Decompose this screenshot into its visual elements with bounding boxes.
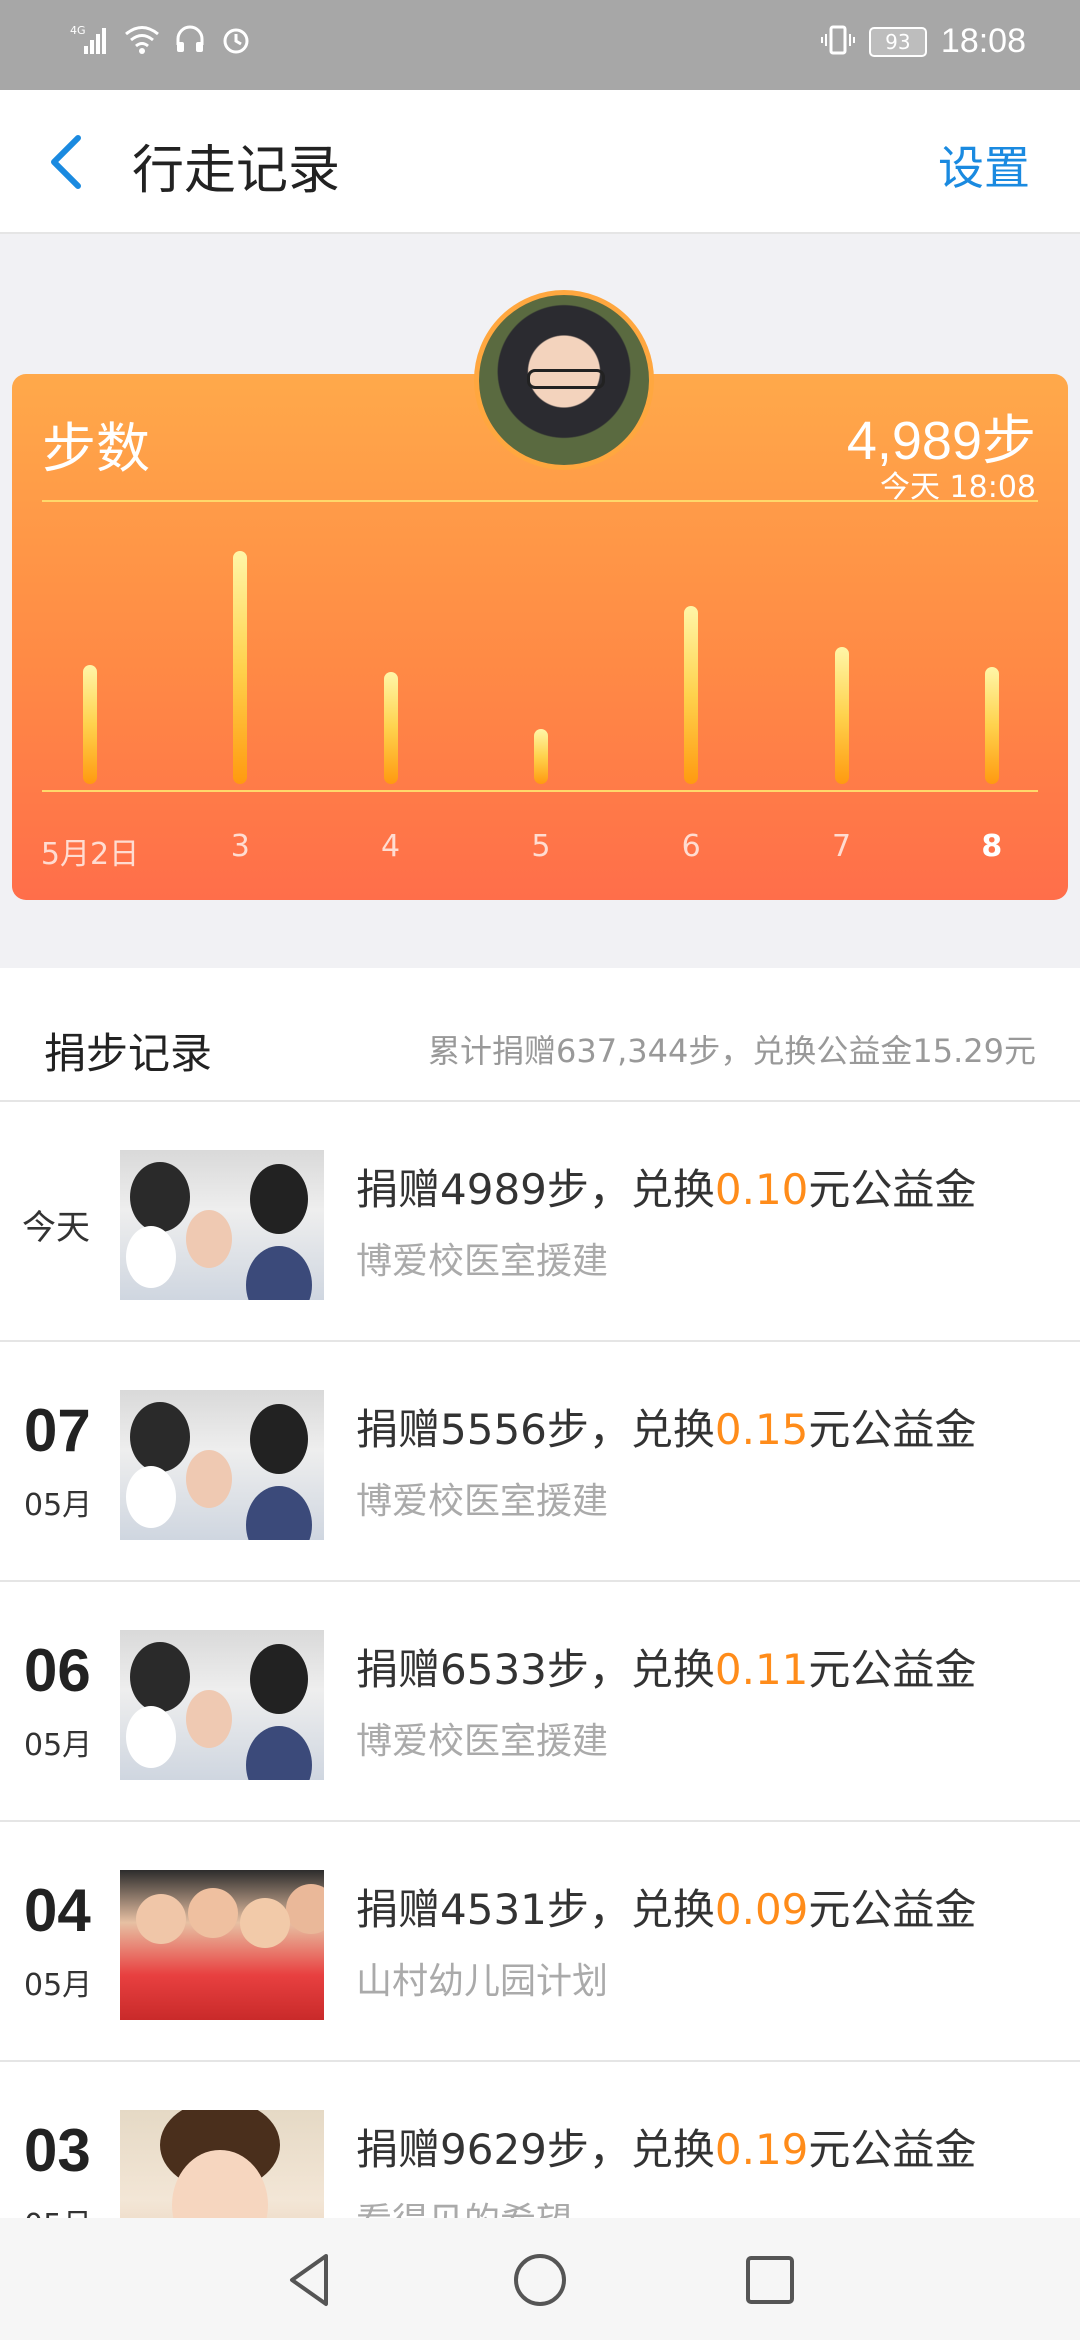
record-summary: 捐赠4531步，兑换0.09元公益金 (356, 1876, 976, 1937)
record-project: 博爱校医室援建 (356, 1481, 609, 1522)
record-amount: 0.10 (714, 1165, 809, 1214)
chart-x-axis: 5月2日 3 4 5 6 7 8 (12, 829, 1068, 872)
record-item[interactable]: 03 05月 捐赠9629步，兑换0.19元公益金 看得见的希望 (0, 2062, 1080, 2218)
record-thumbnail (120, 2110, 324, 2218)
record-day: 03 (24, 2117, 91, 2184)
record-thumbnail (120, 1150, 324, 1300)
system-back-button[interactable] (280, 2250, 340, 2310)
steps-label: 步数 (42, 417, 150, 480)
chart-x-label: 7 (831, 829, 852, 864)
chart-x-label: 5月2日 (40, 837, 140, 872)
record-item[interactable]: 今天 捐赠4989步，兑换0.10元公益金 博爱校医室援建 (0, 1102, 1080, 1342)
record-project: 看得见的希望 (356, 2192, 572, 2218)
chart-bar[interactable] (984, 667, 999, 784)
headphones-icon (174, 23, 206, 59)
record-today-label: 今天 (22, 1208, 90, 1248)
svg-text:4G: 4G (70, 24, 86, 37)
record-summary: 捐赠9629步，兑换0.19元公益金 (356, 2116, 976, 2177)
record-date: 04 05月 (0, 1822, 118, 2062)
record-item[interactable]: 07 05月 捐赠5556步，兑换0.15元公益金 博爱校医室援建 (0, 1342, 1080, 1582)
record-month: 05月 (24, 1488, 93, 1523)
status-icons-right: 93 18:08 (820, 22, 1026, 61)
system-nav-bar (0, 2218, 1080, 2340)
record-suffix: 元公益金 (808, 1405, 977, 1454)
record-summary: 捐赠6533步，兑换0.11元公益金 (356, 1636, 976, 1697)
record-steps-text: 捐赠9629步，兑换 (356, 2125, 715, 2174)
chart-bar[interactable] (383, 672, 398, 784)
status-icons-left: 4G (70, 22, 252, 60)
record-project: 博爱校医室援建 (356, 1241, 609, 1282)
record-summary: 捐赠4989步，兑换0.10元公益金 (356, 1156, 976, 1217)
record-date: 07 05月 (0, 1342, 118, 1582)
avatar-glasses (527, 369, 605, 389)
triangle-back-icon (290, 2254, 328, 2306)
square-recents-icon (746, 2256, 794, 2304)
chart-x-label: 6 (681, 829, 701, 864)
signal-icon: 4G (70, 22, 110, 60)
system-home-button[interactable] (510, 2250, 570, 2310)
record-thumbnail (120, 1390, 324, 1540)
record-thumbnail (120, 1870, 324, 2020)
wifi-icon (124, 23, 160, 59)
record-day: 06 (24, 1637, 91, 1704)
back-button[interactable] (40, 130, 96, 194)
records-title: 捐步记录 (44, 1029, 213, 1078)
record-date: 今天 (0, 1102, 118, 1342)
chart-bar[interactable] (533, 729, 548, 784)
record-day: 04 (24, 1877, 91, 1944)
clock: 18:08 (940, 22, 1026, 60)
system-recents-button[interactable] (740, 2250, 800, 2310)
record-amount: 0.19 (714, 2125, 809, 2174)
status-bar: 4G 93 18:08 (0, 0, 1080, 90)
record-suffix: 元公益金 (808, 1165, 977, 1214)
chevron-left-icon (51, 135, 81, 189)
record-steps-text: 捐赠4531步，兑换 (356, 1885, 715, 1934)
vibrate-icon (820, 24, 855, 60)
settings-button[interactable]: 设置 (938, 132, 1030, 198)
record-suffix: 元公益金 (808, 1645, 977, 1694)
record-month: 05月 (24, 1728, 93, 1763)
record-day: 07 (24, 1397, 91, 1464)
record-item[interactable]: 04 05月 捐赠4531步，兑换0.09元公益金 山村幼儿园计划 (0, 1822, 1080, 2062)
record-suffix: 元公益金 (808, 1885, 977, 1934)
chart-x-label: 8 (981, 829, 1003, 864)
chart-x-label: 5 (531, 829, 551, 864)
chart-bar[interactable] (684, 606, 699, 784)
records-header: 捐步记录 累计捐赠637,344步，兑换公益金15.29元 (0, 968, 1080, 1102)
avatar[interactable] (474, 290, 654, 470)
record-amount: 0.11 (714, 1645, 809, 1694)
chart-bar[interactable] (834, 647, 849, 784)
record-steps-text: 捐赠4989步，兑换 (356, 1165, 715, 1214)
records-summary: 累计捐赠637,344步，兑换公益金15.29元 (428, 1032, 1036, 1070)
steps-chart (12, 544, 1068, 784)
record-suffix: 元公益金 (808, 2125, 977, 2174)
record-thumbnail (120, 1630, 324, 1780)
battery-indicator: 93 (868, 26, 927, 57)
record-date: 03 05月 (0, 2062, 118, 2218)
card-divider-top (42, 500, 1038, 502)
record-month: 05月 (24, 1968, 93, 2003)
record-item[interactable]: 06 05月 捐赠6533步，兑换0.11元公益金 博爱校医室援建 (0, 1582, 1080, 1822)
chart-bar[interactable] (233, 551, 248, 784)
chart-x-label: 4 (381, 829, 401, 864)
record-month: 05月 (24, 2200, 92, 2218)
steps-card: 步数 4,989步 今天 18:08 5月2日 3 4 5 6 7 8 (12, 290, 1068, 900)
record-project: 山村幼儿园计划 (356, 1961, 609, 2002)
chart-bar[interactable] (83, 665, 97, 784)
page-title: 行走记录 (132, 141, 341, 201)
circle-home-icon (514, 2254, 566, 2306)
record-date: 06 05月 (0, 1582, 118, 1822)
record-steps-text: 捐赠5556步，兑换 (356, 1405, 715, 1454)
record-amount: 0.15 (714, 1405, 809, 1454)
nav-bar: 行走记录 设置 (0, 90, 1080, 234)
donation-records: 捐步记录 累计捐赠637,344步，兑换公益金15.29元 今天 捐赠4989步… (0, 968, 1080, 2218)
record-steps-text: 捐赠6533步，兑换 (356, 1645, 715, 1694)
record-amount: 0.09 (714, 1885, 809, 1934)
chart-x-label: 3 (230, 829, 250, 864)
chart-baseline (42, 790, 1038, 792)
record-summary: 捐赠5556步，兑换0.15元公益金 (356, 1396, 976, 1457)
alarm-icon (220, 23, 252, 59)
record-project: 博爱校医室援建 (356, 1721, 609, 1762)
